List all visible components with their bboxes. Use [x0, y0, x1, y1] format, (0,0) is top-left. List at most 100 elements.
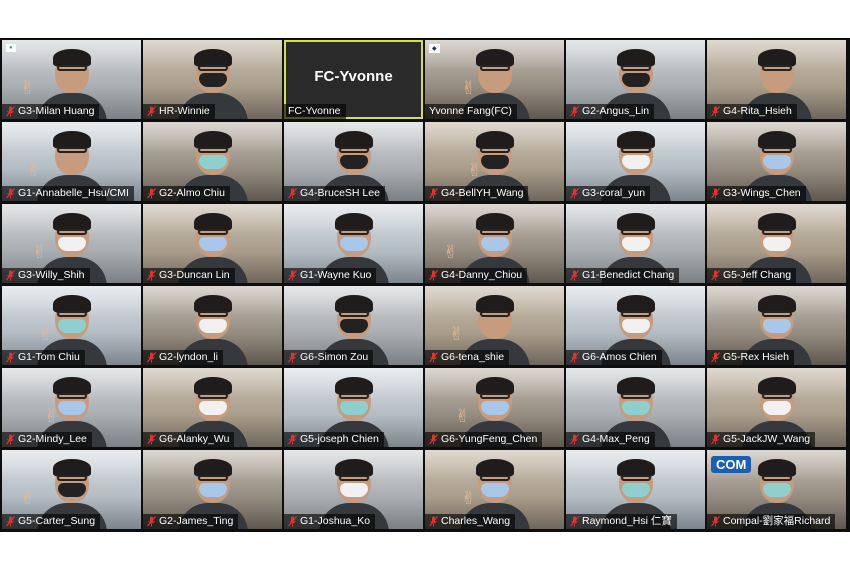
face-mask	[480, 401, 509, 415]
participant-name: G2-Angus_Lin	[582, 105, 650, 117]
muted-mic-icon	[6, 516, 15, 527]
name-label: FC-Yvonne	[284, 104, 346, 119]
name-label: G4-Rita_Hsieh	[707, 104, 797, 119]
participant-name: G2-Almo Chiu	[159, 187, 225, 199]
participant-tile[interactable]: ✌ G3-Willy_Shih	[2, 204, 141, 283]
name-label: G6-Simon Zou	[284, 350, 374, 365]
face-mask	[339, 483, 368, 497]
glasses	[197, 311, 228, 317]
face-mask	[762, 155, 791, 169]
participant-tile[interactable]: ✌ G6-YungFeng_Chen	[425, 368, 564, 447]
participant-tile[interactable]: G5-Jeff Chang	[707, 204, 846, 283]
muted-mic-icon	[147, 270, 156, 281]
muted-mic-icon	[147, 106, 156, 117]
muted-mic-icon	[288, 188, 297, 199]
participant-tile[interactable]: G3-Wings_Chen	[707, 122, 846, 201]
participant-name: Charles_Wang	[441, 515, 511, 527]
muted-mic-icon	[711, 352, 720, 363]
participant-tile[interactable]: G6-Alanky_Wu	[143, 368, 282, 447]
participant-tile[interactable]: ✌ G1-Annabelle_Hsu/CMI	[2, 122, 141, 201]
glasses	[620, 229, 651, 235]
face-mask	[621, 155, 650, 169]
muted-mic-icon	[6, 352, 15, 363]
participant-name: G4-BruceSH Lee	[300, 187, 380, 199]
participant-tile[interactable]: Raymond_Hsi 仁寶	[566, 450, 705, 529]
participant-tile[interactable]: G1-Wayne Kuo	[284, 204, 423, 283]
participant-tile[interactable]: G5-joseph Chien	[284, 368, 423, 447]
muted-mic-icon	[429, 188, 438, 199]
participant-tile[interactable]: ✌ G1-Tom Chiu	[2, 286, 141, 365]
participant-tile[interactable]: G2-Almo Chiu	[143, 122, 282, 201]
participant-tile[interactable]: ✌ Charles_Wang	[425, 450, 564, 529]
glasses	[56, 147, 87, 153]
glasses	[56, 229, 87, 235]
name-label: G1-Joshua_Ko	[284, 514, 376, 529]
name-label: G3-Willy_Shih	[2, 268, 90, 283]
name-label: G6-tena_shie	[425, 350, 510, 365]
face-mask	[621, 73, 650, 87]
peace-sign-icon: ✌	[455, 406, 471, 426]
participant-tile[interactable]: COM Compal-劉家福Richard	[707, 450, 846, 529]
participant-name: G1-Joshua_Ko	[300, 515, 371, 527]
participant-name: G1-Tom Chiu	[18, 351, 80, 363]
participant-tile[interactable]: ✌ G6-tena_shie	[425, 286, 564, 365]
glasses	[197, 475, 228, 481]
glasses	[479, 475, 510, 481]
name-label: G2-Almo Chiu	[143, 186, 230, 201]
participant-tile[interactable]: ✌ G5-Carter_Sung	[2, 450, 141, 529]
face-mask	[198, 237, 227, 251]
participant-tile[interactable]: ✌ G2-Mindy_Lee	[2, 368, 141, 447]
participant-tile[interactable]: G6-Amos Chien	[566, 286, 705, 365]
participant-tile[interactable]: G1-Benedict Chang	[566, 204, 705, 283]
participant-tile[interactable]: G3-Duncan Lin	[143, 204, 282, 283]
peace-sign-icon: ✌	[449, 324, 465, 344]
muted-mic-icon	[711, 106, 720, 117]
participant-name: FC-Yvonne	[288, 105, 341, 117]
participant-tile[interactable]: G2-lyndon_li	[143, 286, 282, 365]
face-mask	[198, 319, 227, 333]
name-label: G5-JackJW_Wang	[707, 432, 816, 447]
face-mask	[762, 237, 791, 251]
glasses	[761, 147, 792, 153]
participant-tile[interactable]: G3-coral_yun	[566, 122, 705, 201]
name-label: G5-Rex Hsieh	[707, 350, 794, 365]
participant-tile[interactable]: FC-Yvonne FC-Yvonne	[284, 40, 423, 119]
participant-name: G6-tena_shie	[441, 351, 505, 363]
participant-tile[interactable]: ✌ ● G3-Milan Huang	[2, 40, 141, 119]
participant-tile[interactable]: G1-Joshua_Ko	[284, 450, 423, 529]
name-label: G5-joseph Chien	[284, 432, 384, 447]
glasses	[338, 311, 369, 317]
glasses	[479, 147, 510, 153]
muted-mic-icon	[570, 352, 579, 363]
muted-mic-icon	[288, 516, 297, 527]
face-mask	[762, 401, 791, 415]
participant-tile[interactable]: G2-Angus_Lin	[566, 40, 705, 119]
glasses	[479, 393, 510, 399]
participant-tile[interactable]: ✌ G4-Danny_Chiou	[425, 204, 564, 283]
participant-name: G4-Rita_Hsieh	[723, 105, 792, 117]
glasses	[761, 475, 792, 481]
participant-tile[interactable]: ✌ ◆ Yvonne Fang(FC)	[425, 40, 564, 119]
glasses	[479, 311, 510, 317]
participant-tile[interactable]: G4-Max_Peng	[566, 368, 705, 447]
participant-tile[interactable]: G5-Rex Hsieh	[707, 286, 846, 365]
participant-tile[interactable]: G6-Simon Zou	[284, 286, 423, 365]
name-label: G1-Wayne Kuo	[284, 268, 377, 283]
face-mask	[339, 237, 368, 251]
glasses	[620, 65, 651, 71]
muted-mic-icon	[429, 352, 438, 363]
participant-tile[interactable]: G2-James_Ting	[143, 450, 282, 529]
peace-sign-icon: ✌	[443, 242, 459, 262]
participant-tile[interactable]: G4-Rita_Hsieh	[707, 40, 846, 119]
participant-tile[interactable]: ✌ G4-BellYH_Wang	[425, 122, 564, 201]
muted-mic-icon	[288, 352, 297, 363]
participant-tile[interactable]: HR-Winnie	[143, 40, 282, 119]
face-mask	[621, 401, 650, 415]
participant-name: G6-Amos Chien	[582, 351, 657, 363]
participant-tile[interactable]: G5-JackJW_Wang	[707, 368, 846, 447]
participant-name: G5-JackJW_Wang	[723, 433, 811, 445]
participant-tile[interactable]: G4-BruceSH Lee	[284, 122, 423, 201]
participant-name: HR-Winnie	[159, 105, 210, 117]
glasses	[338, 147, 369, 153]
face-mask	[621, 483, 650, 497]
